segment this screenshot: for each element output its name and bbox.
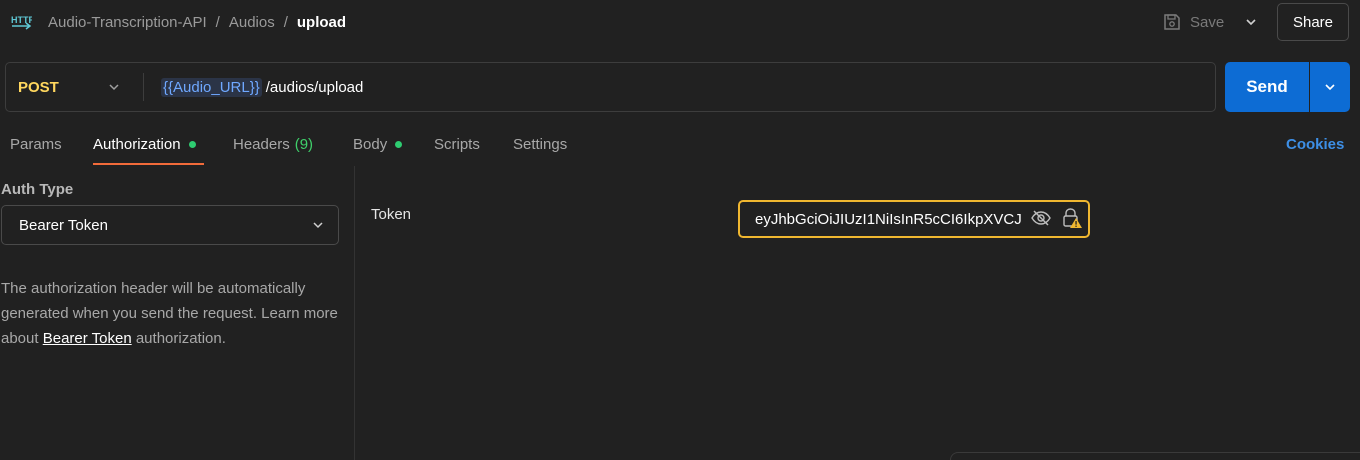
tab-params[interactable]: Params: [10, 136, 62, 153]
send-button[interactable]: Send: [1225, 62, 1309, 112]
headers-count: (9): [294, 136, 314, 153]
tab-body[interactable]: Body: [353, 136, 403, 153]
breadcrumb: Audio-Transcription-API / Audios / uploa…: [48, 14, 346, 31]
share-button[interactable]: Share: [1277, 3, 1349, 41]
tab-label: Settings: [513, 136, 568, 153]
breadcrumb-separator: /: [283, 14, 288, 31]
send-options-button[interactable]: [1310, 62, 1350, 112]
lock-warning-icon[interactable]: [1061, 207, 1083, 229]
save-button[interactable]: Save: [1162, 10, 1224, 34]
token-value[interactable]: eyJhbGciOiJIUzI1NiIsInR5cCI6IkpXVCJ9: [755, 211, 1021, 228]
eye-off-icon[interactable]: [1030, 208, 1052, 228]
url-variable[interactable]: {{Audio_URL}}: [161, 78, 262, 97]
auth-type-select[interactable]: Bearer Token: [1, 205, 339, 245]
tab-headers[interactable]: Headers (9): [233, 136, 313, 153]
status-dot: [188, 141, 196, 148]
tab-label: Params: [10, 136, 62, 153]
tab-authorization[interactable]: Authorization: [93, 136, 196, 153]
auth-type-label: Auth Type: [1, 181, 74, 198]
save-options-button[interactable]: [1242, 12, 1260, 32]
chevron-down-icon: [1246, 19, 1256, 26]
status-dot: [395, 141, 403, 148]
url-input[interactable]: {{Audio_URL}} /audios/upload: [161, 78, 363, 97]
tab-settings[interactable]: Settings: [513, 136, 567, 153]
tab-label: Authorization: [93, 136, 181, 153]
auth-description: The authorization header will be automat…: [1, 276, 341, 351]
chevron-down-icon: [313, 222, 323, 229]
divider: [143, 73, 144, 101]
auth-type-value: Bearer Token: [19, 216, 108, 234]
request-name[interactable]: upload: [297, 14, 346, 31]
save-icon: [1164, 14, 1180, 30]
breadcrumb-folder[interactable]: Audios: [229, 14, 275, 31]
bearer-token-link[interactable]: Bearer Token: [43, 330, 132, 347]
svg-text:HTTP: HTTP: [11, 15, 32, 25]
token-label: Token: [371, 206, 412, 223]
panel-edge: [950, 452, 1360, 460]
auth-description-suffix: authorization.: [131, 330, 226, 347]
pane-divider: [354, 166, 355, 460]
save-label: Save: [1190, 13, 1225, 31]
url-path: /audios/upload: [265, 79, 364, 96]
chevron-down-icon: [1325, 84, 1335, 91]
active-tab-indicator: [93, 163, 204, 165]
breadcrumb-separator: /: [215, 14, 220, 31]
chevron-down-icon[interactable]: [107, 80, 121, 94]
tab-scripts[interactable]: Scripts: [434, 136, 480, 153]
breadcrumb-collection[interactable]: Audio-Transcription-API: [48, 14, 207, 31]
cookies-link[interactable]: Cookies: [1286, 136, 1344, 153]
tab-label: Headers: [233, 136, 290, 153]
tab-label: Body: [353, 136, 388, 153]
method-select[interactable]: POST: [18, 79, 59, 96]
tab-label: Scripts: [434, 136, 480, 153]
http-icon: HTTP: [11, 15, 32, 30]
